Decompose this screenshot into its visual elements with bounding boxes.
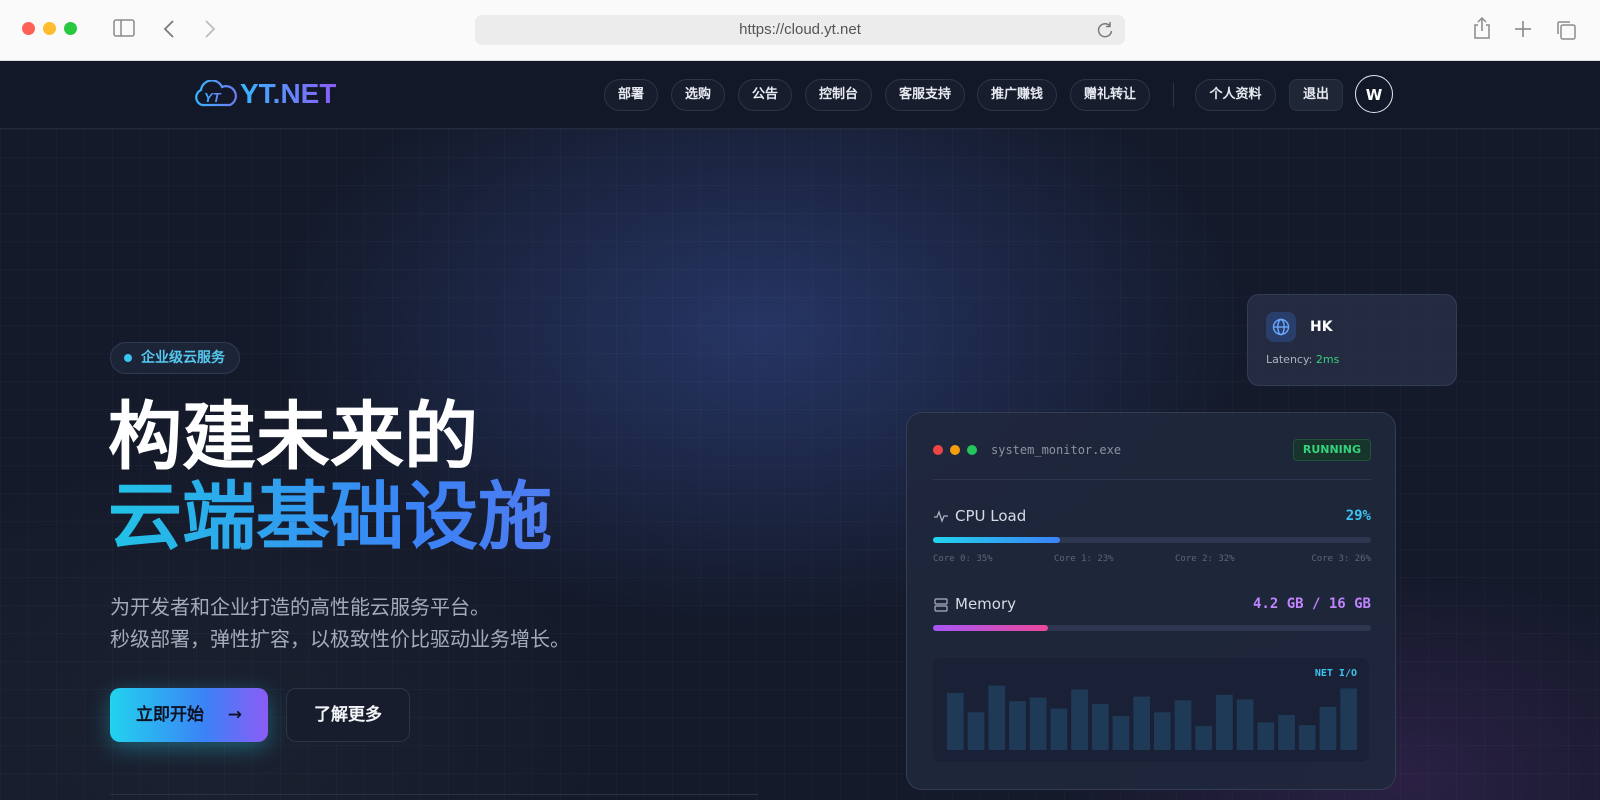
- net-io-bars: [947, 685, 1357, 750]
- nav-purchase[interactable]: 选购: [671, 79, 725, 111]
- net-io-bar: [1319, 706, 1337, 750]
- nav-profile[interactable]: 个人资料: [1195, 79, 1276, 111]
- server-icon: [934, 598, 948, 612]
- zoom-window-button[interactable]: [64, 22, 77, 35]
- memory-progress-fill: [933, 625, 1048, 631]
- memory-value: 4.2 GB / 16 GB: [1252, 596, 1371, 612]
- memory-label: Memory: [955, 595, 1017, 613]
- url-text[interactable]: https://cloud.yt.net: [475, 15, 1125, 45]
- net-io-bar: [1174, 700, 1192, 750]
- globe-icon: [1266, 312, 1296, 342]
- sidebar-icon[interactable]: [113, 19, 135, 37]
- share-icon[interactable]: [1472, 16, 1492, 40]
- nav-support[interactable]: 客服支持: [885, 79, 965, 111]
- monitor-yellow-dot-icon: [950, 445, 960, 455]
- tabs-overview-icon[interactable]: [1555, 19, 1577, 41]
- site-navbar: YT YT.NET 部署 选购 公告 控制台 客服支持 推广赚钱 赠礼转让 个人…: [0, 61, 1600, 129]
- nav-deploy[interactable]: 部署: [604, 79, 658, 111]
- monitor-title: system_monitor.exe: [991, 443, 1122, 457]
- hero-title-line1: 构建未来的: [108, 394, 478, 480]
- nav-divider: [1173, 83, 1174, 107]
- forward-icon[interactable]: [203, 19, 217, 39]
- user-avatar[interactable]: W: [1355, 75, 1393, 113]
- svg-text:YT: YT: [204, 90, 222, 105]
- reload-icon[interactable]: [1095, 20, 1115, 40]
- net-io-bar: [1071, 689, 1088, 750]
- nav-announcements[interactable]: 公告: [738, 79, 792, 111]
- net-io-bar: [1298, 725, 1316, 750]
- net-io-bar: [967, 712, 985, 750]
- cpu-load-label: CPU Load: [955, 507, 1027, 525]
- system-monitor-card: system_monitor.exe RUNNING CPU Load 29% …: [906, 412, 1396, 790]
- cloud-logo-icon[interactable]: YT: [192, 80, 238, 110]
- site-logo-text[interactable]: YT.NET: [240, 76, 336, 112]
- core-3-usage: Core 3: 26%: [1311, 554, 1371, 564]
- cpu-progress-fill: [933, 537, 1061, 543]
- cpu-progress-track: [933, 537, 1371, 543]
- region-card: HK Latency: 2ms: [1247, 294, 1457, 386]
- hero-subtitle-line1: 为开发者和企业打造的高性能云服务平台。: [110, 595, 490, 619]
- minimize-window-button[interactable]: [43, 22, 56, 35]
- net-io-bar: [1091, 704, 1109, 750]
- net-io-bar: [1029, 697, 1047, 750]
- badge-dot-icon: [124, 354, 132, 362]
- hero-subtitle-line2: 秒级部署，弹性扩容，以极致性价比驱动业务增长。: [110, 627, 570, 651]
- hero-title-line2: 云端基础设施: [108, 474, 552, 560]
- get-started-button[interactable]: 立即开始 →: [110, 688, 268, 742]
- net-io-bar: [1112, 716, 1130, 750]
- latency-label: Latency:: [1266, 353, 1313, 366]
- back-icon[interactable]: [162, 19, 176, 39]
- net-io-bar: [1236, 699, 1254, 750]
- hero-divider: [110, 794, 758, 795]
- monitor-green-dot-icon: [967, 445, 977, 455]
- net-io-bar: [1133, 696, 1150, 750]
- net-io-bar: [1257, 722, 1275, 750]
- cpu-load-value: 29%: [1345, 508, 1371, 524]
- region-latency: Latency: 2ms: [1266, 353, 1339, 367]
- nav-referral[interactable]: 推广赚钱: [977, 79, 1057, 111]
- browser-toolbar: https://cloud.yt.net: [0, 0, 1600, 61]
- net-io-bar: [1216, 694, 1233, 750]
- net-io-bar: [1278, 715, 1295, 750]
- core-2-usage: Core 2: 32%: [1175, 554, 1235, 564]
- enterprise-badge: 企业级云服务: [110, 342, 240, 374]
- activity-icon: [934, 510, 948, 523]
- net-io-bar: [1009, 701, 1026, 750]
- arrow-right-icon: →: [227, 705, 242, 725]
- latency-value: 2ms: [1315, 353, 1340, 366]
- status-badge: RUNNING: [1292, 439, 1371, 461]
- website-viewport: YT YT.NET 部署 选购 公告 控制台 客服支持 推广赚钱 赠礼转让 个人…: [0, 61, 1600, 800]
- memory-progress-track: [933, 625, 1371, 631]
- net-io-bar: [988, 685, 1006, 750]
- badge-text: 企业级云服务: [141, 350, 225, 366]
- new-tab-icon[interactable]: [1514, 20, 1532, 38]
- core-0-usage: Core 0: 35%: [933, 554, 993, 564]
- learn-more-button[interactable]: 了解更多: [286, 688, 410, 742]
- monitor-red-dot-icon: [933, 445, 943, 455]
- region-name: HK: [1310, 319, 1333, 335]
- nav-console[interactable]: 控制台: [805, 79, 872, 111]
- monitor-divider: [933, 479, 1371, 480]
- net-io-bar: [1340, 688, 1357, 750]
- network-io-chart: NET I/O: [933, 658, 1369, 762]
- net-io-bar: [1195, 726, 1213, 750]
- address-bar[interactable]: https://cloud.yt.net: [475, 15, 1125, 45]
- nav-gift-transfer[interactable]: 赠礼转让: [1070, 79, 1150, 111]
- net-io-bar: [947, 693, 964, 750]
- get-started-label: 立即开始: [136, 705, 204, 725]
- net-io-bar: [1050, 708, 1068, 750]
- net-io-bar: [1154, 712, 1171, 750]
- close-window-button[interactable]: [22, 22, 35, 35]
- logout-button[interactable]: 退出: [1289, 79, 1343, 111]
- core-1-usage: Core 1: 23%: [1054, 554, 1114, 564]
